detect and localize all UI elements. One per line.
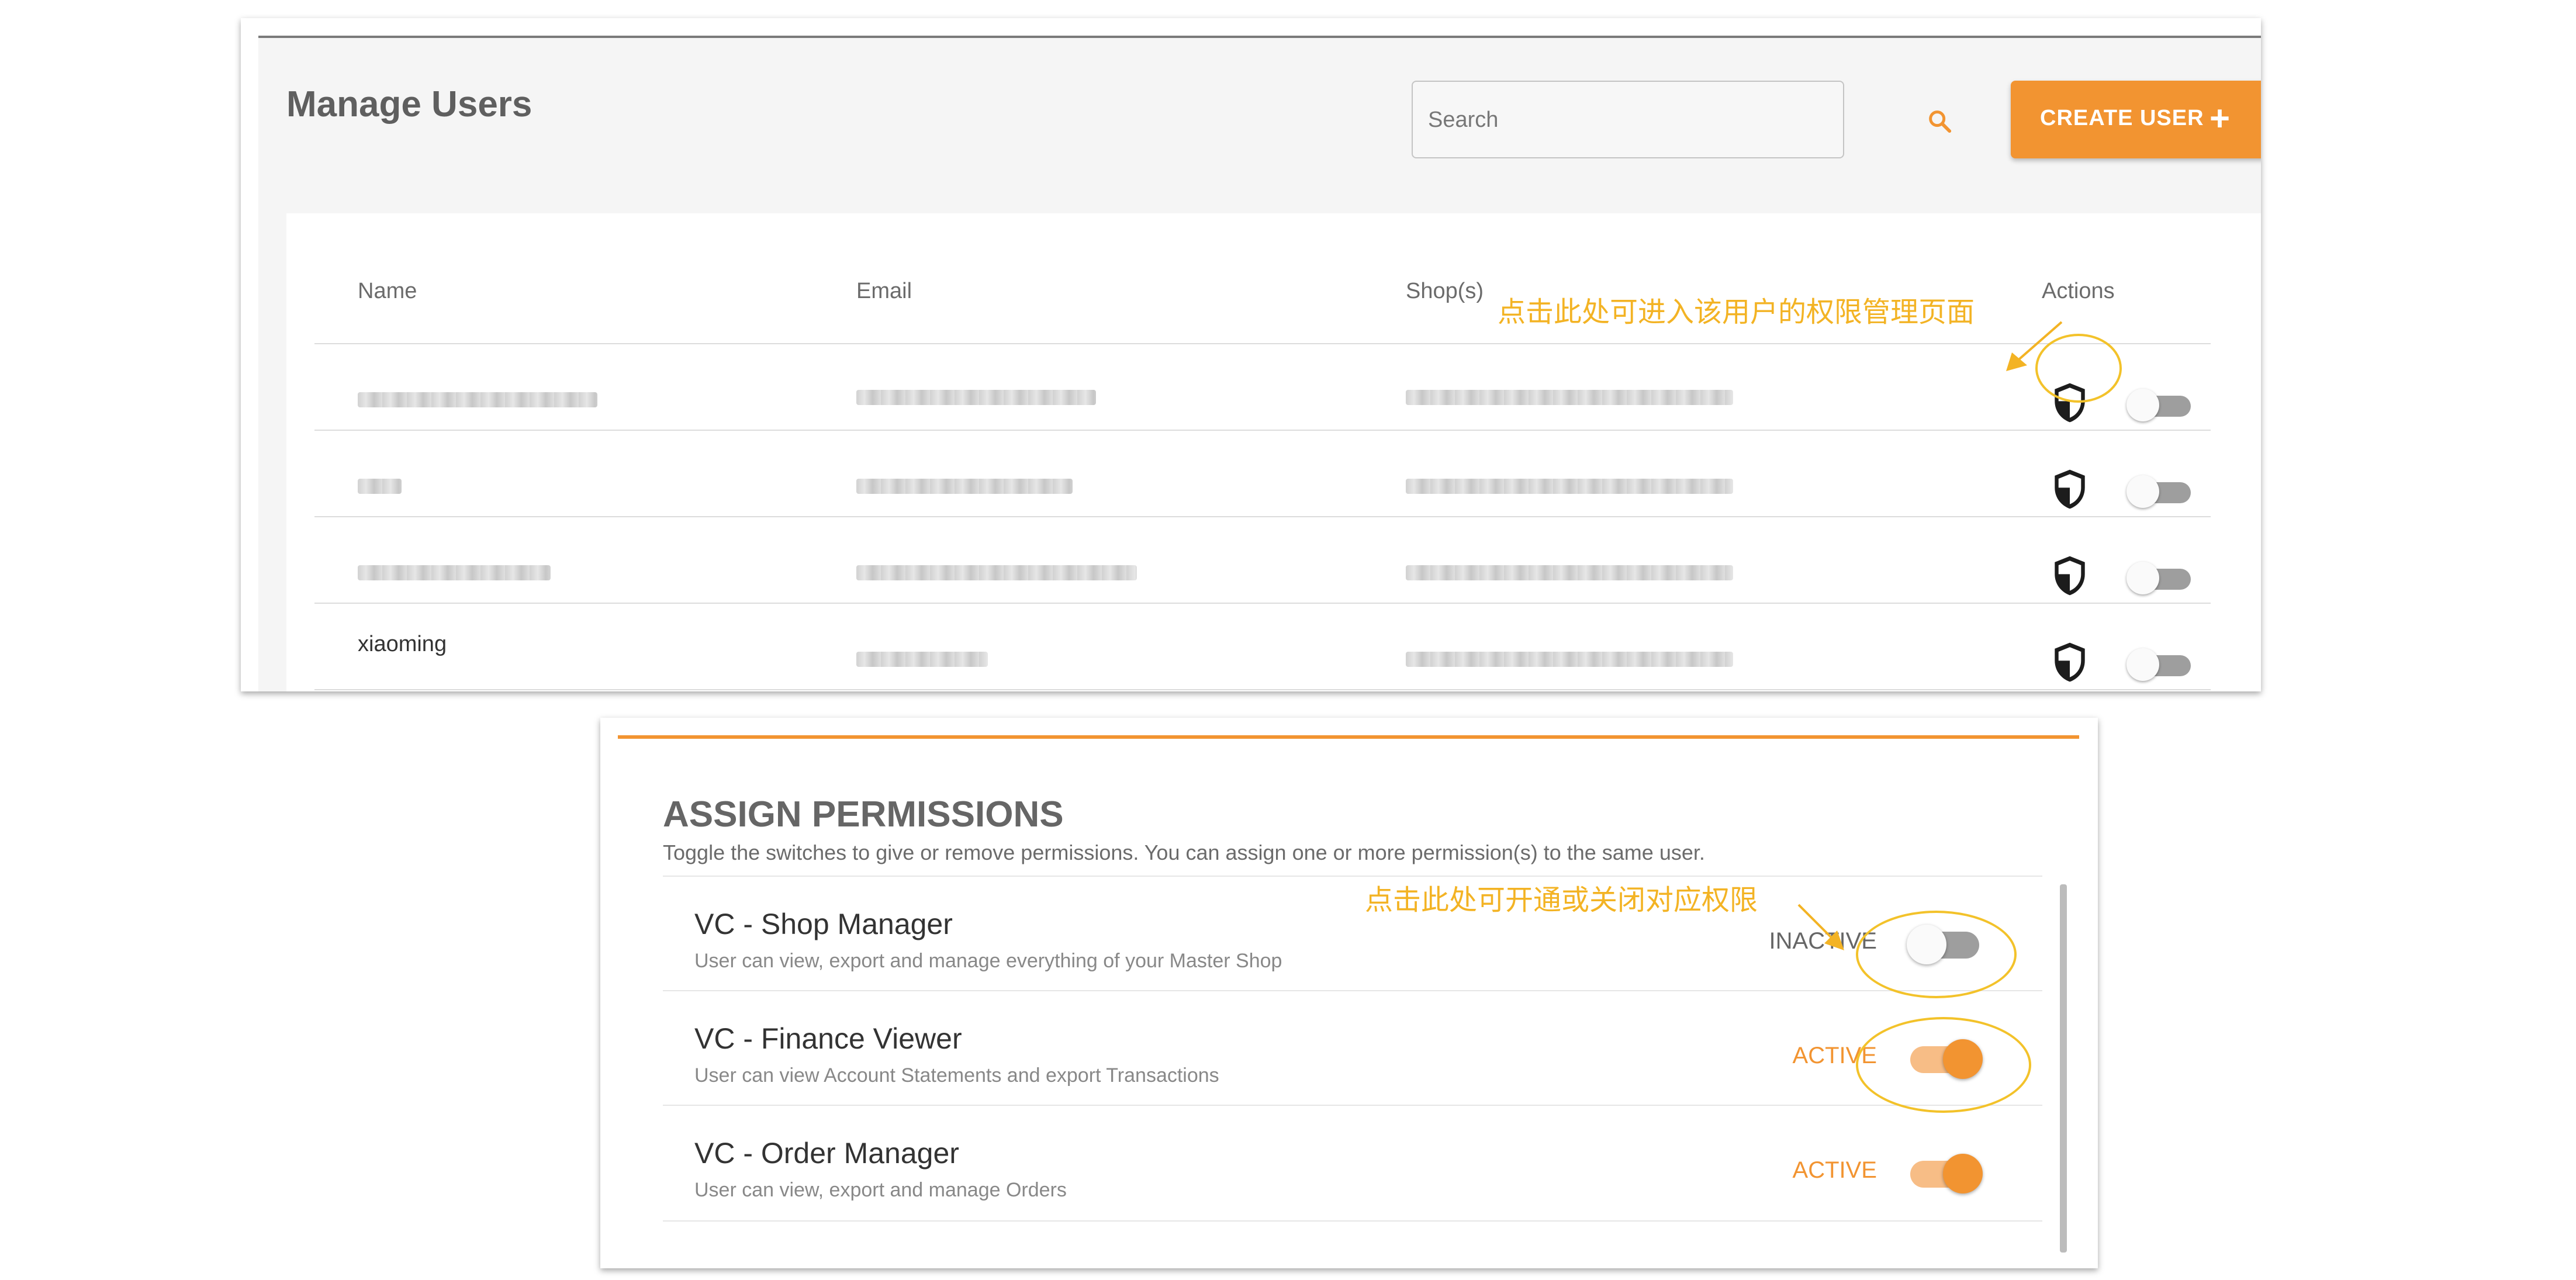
annotation-highlight-inactive xyxy=(1856,911,2017,998)
column-header-name: Name xyxy=(358,279,417,303)
column-header-actions: Actions xyxy=(2042,279,2115,303)
manage-users-panel: Manage Users Search CREATE USER + Name E… xyxy=(241,18,2261,691)
permission-name: VC - Shop Manager xyxy=(694,908,953,940)
redacted-shops xyxy=(1406,565,1733,580)
toggle-knob xyxy=(1943,1154,1983,1193)
user-active-toggle[interactable] xyxy=(2127,646,2191,681)
manage-users-content: Manage Users Search CREATE USER + Name E… xyxy=(258,36,2261,691)
annotation-toggle: 点击此处可开通或关闭对应权限 xyxy=(1365,885,1758,916)
redacted-name xyxy=(358,479,402,494)
search-placeholder: Search xyxy=(1428,108,1499,132)
redacted-email xyxy=(856,565,1137,580)
permission-name: VC - Order Manager xyxy=(694,1137,959,1170)
permission-toggle[interactable] xyxy=(1907,1148,1983,1195)
column-header-email: Email xyxy=(856,279,912,303)
column-header-shops: Shop(s) xyxy=(1406,279,1484,303)
create-user-button[interactable]: CREATE USER + xyxy=(2011,81,2261,158)
permissions-shield-icon[interactable] xyxy=(2052,555,2088,597)
row-divider xyxy=(314,603,2211,604)
search-input[interactable]: Search xyxy=(1412,81,1952,158)
permission-description: User can view, export and manage everyth… xyxy=(694,950,1282,972)
annotation-shield: 点击此处可进入该用户的权限管理页面 xyxy=(1498,297,1975,328)
annotation-highlight-active xyxy=(1856,1017,2031,1113)
redacted-name xyxy=(358,565,551,580)
redacted-email xyxy=(856,652,988,667)
permission-name: VC - Finance Viewer xyxy=(694,1022,962,1055)
search-icon[interactable] xyxy=(1926,108,1953,134)
toggle-knob xyxy=(2127,475,2159,508)
user-name: xiaoming xyxy=(358,632,447,656)
redacted-name xyxy=(358,392,597,407)
toggle-knob xyxy=(2127,562,2159,594)
toggle-knob xyxy=(2127,389,2159,421)
permission-row-finance-viewer: VC - Finance Viewer User can view Accoun… xyxy=(663,990,2042,1106)
header-divider xyxy=(314,343,2211,344)
user-active-toggle[interactable] xyxy=(2127,386,2191,421)
permission-row-order-manager: VC - Order Manager User can view, export… xyxy=(663,1105,2042,1220)
annotation-arrow-icon xyxy=(1797,904,1844,950)
row-divider xyxy=(314,689,2211,690)
plus-icon: + xyxy=(2210,99,2231,138)
permission-description: User can view Account Statements and exp… xyxy=(694,1064,1219,1087)
page-title: Manage Users xyxy=(286,84,533,124)
user-active-toggle[interactable] xyxy=(2127,473,2191,508)
redacted-email xyxy=(856,479,1073,494)
user-active-toggle[interactable] xyxy=(2127,559,2191,594)
accent-bar xyxy=(618,735,2079,739)
section-title: ASSIGN PERMISSIONS xyxy=(663,794,1064,835)
redacted-shops xyxy=(1406,390,1733,405)
permission-description: User can view, export and manage Orders xyxy=(694,1179,1067,1201)
permissions-shield-icon[interactable] xyxy=(2052,468,2088,510)
toggle-knob xyxy=(2127,648,2159,681)
row-divider xyxy=(314,516,2211,517)
users-table: Name Email Shop(s) Actions xiaoming xyxy=(286,213,2261,691)
redacted-shops xyxy=(1406,479,1733,494)
annotation-highlight xyxy=(2035,334,2122,403)
permissions-shield-icon[interactable] xyxy=(2052,641,2088,683)
redacted-shops xyxy=(1406,652,1733,667)
row-divider xyxy=(314,430,2211,431)
create-user-label: CREATE USER xyxy=(2040,106,2204,130)
assign-permissions-panel: ASSIGN PERMISSIONS Toggle the switches t… xyxy=(600,718,2098,1268)
section-subtitle: Toggle the switches to give or remove pe… xyxy=(663,840,1705,864)
list-divider xyxy=(663,1220,2042,1222)
redacted-email xyxy=(856,390,1096,405)
permission-status: ACTIVE xyxy=(1792,1157,1877,1183)
scrollbar[interactable] xyxy=(2060,884,2067,1253)
